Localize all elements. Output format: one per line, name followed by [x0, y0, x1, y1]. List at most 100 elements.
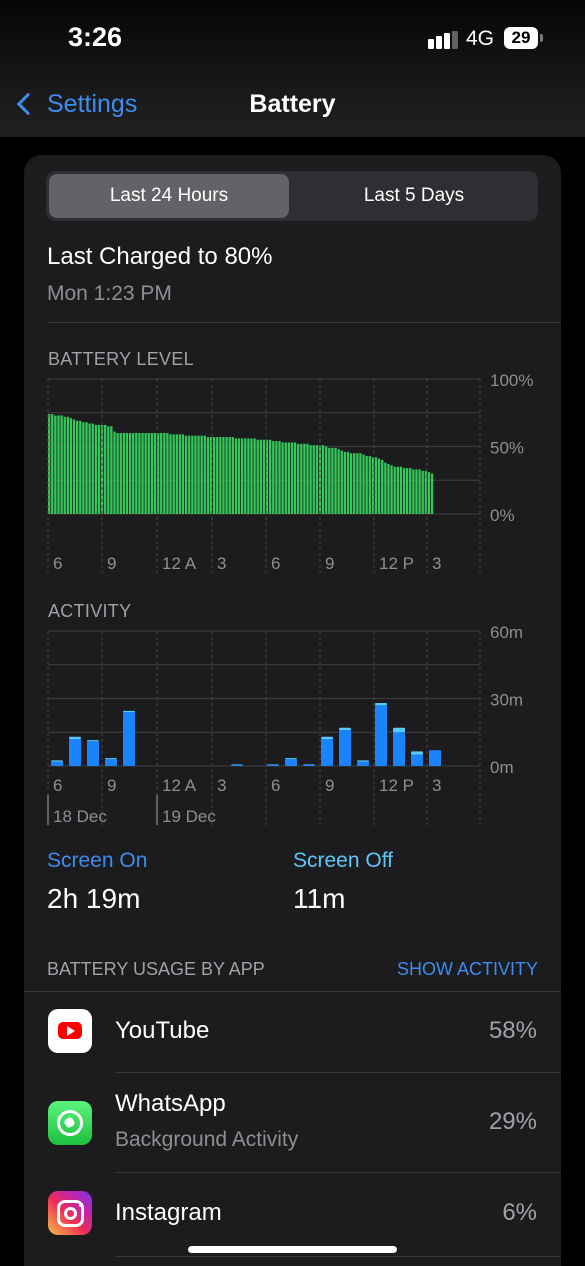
- battery-bar: [48, 414, 51, 514]
- battery-bar: [191, 435, 194, 514]
- battery-bar: [94, 424, 97, 514]
- battery-bar: [318, 445, 322, 514]
- battery-bar: [393, 466, 396, 514]
- battery-bar: [194, 435, 197, 514]
- battery-bar: [91, 423, 94, 514]
- battery-bar: [132, 433, 135, 514]
- battery-bar: [309, 445, 312, 514]
- battery-bar: [138, 433, 141, 514]
- battery-bar: [384, 462, 387, 514]
- app-percent: 58%: [488, 1017, 537, 1044]
- battery-bar: [172, 434, 175, 514]
- battery-bar: [88, 423, 91, 514]
- app-percent: 29%: [488, 1108, 537, 1135]
- app-row-whatsapp[interactable]: WhatsApp Background Activity 29%: [24, 1072, 561, 1172]
- activity-screen-on-bar: [375, 705, 387, 766]
- battery-bar: [209, 437, 213, 514]
- activity-y-tick-label: 60m: [490, 623, 523, 642]
- battery-y-tick-label: 0%: [490, 506, 515, 525]
- battery-y-tick-label: 100%: [490, 371, 533, 390]
- battery-bar: [262, 439, 266, 514]
- activity-x-tick-label: 9: [107, 776, 116, 795]
- battery-bar: [110, 426, 113, 514]
- battery-bar: [371, 457, 375, 514]
- battery-bar: [343, 451, 347, 514]
- battery-bar: [346, 451, 350, 514]
- battery-bar: [228, 437, 231, 514]
- battery-bar: [231, 437, 234, 514]
- screen-off-value: 11m: [293, 883, 346, 914]
- activity-y-tick-label: 30m: [490, 691, 523, 710]
- battery-bar: [234, 438, 238, 514]
- battery-bar: [69, 418, 73, 514]
- battery-level-label: BATTERY LEVEL: [48, 349, 194, 369]
- battery-bar: [381, 460, 384, 514]
- activity-screen-off-bar: [105, 758, 117, 760]
- battery-bar: [287, 442, 290, 514]
- battery-bar: [219, 437, 222, 514]
- activity-screen-on-bar: [123, 712, 135, 766]
- app-name: WhatsApp: [115, 1090, 226, 1117]
- activity-screen-off-bar: [393, 727, 405, 733]
- battery-bar: [415, 469, 418, 514]
- segment-last-24-hours[interactable]: Last 24 Hours: [49, 174, 289, 218]
- activity-screen-on-bar: [51, 761, 63, 766]
- battery-bar: [300, 443, 303, 514]
- screen-off-label[interactable]: Screen Off: [293, 849, 393, 873]
- app-name: Instagram: [115, 1199, 222, 1226]
- activity-screen-on-bar: [393, 732, 405, 766]
- battery-bar: [353, 453, 356, 514]
- divider: [47, 322, 561, 323]
- battery-bar: [222, 437, 225, 514]
- battery-bar: [225, 437, 228, 514]
- battery-bar: [278, 441, 281, 514]
- battery-bar: [125, 433, 129, 514]
- activity-screen-on-bar: [105, 759, 117, 766]
- network-type: 4G: [466, 27, 495, 50]
- activity-x-tick-label: 3: [432, 776, 441, 795]
- battery-panel: Last 24 Hours Last 5 Days Last Charged t…: [24, 155, 561, 1266]
- battery-x-tick-label: 12 P: [379, 554, 414, 573]
- activity-y-tick-label: 0m: [490, 758, 514, 777]
- battery-bar: [390, 465, 393, 514]
- battery-bar: [321, 445, 325, 514]
- battery-bar: [203, 435, 206, 514]
- last-charged-time: Mon 1:23 PM: [47, 282, 172, 305]
- last-charged-title: Last Charged to 80%: [47, 243, 273, 270]
- app-row-youtube[interactable]: YouTube 58%: [24, 991, 561, 1072]
- divider: [115, 1256, 561, 1257]
- activity-x-tick-label: 12 A: [162, 776, 197, 795]
- activity-screen-off-bar: [375, 703, 387, 706]
- battery-bar: [421, 470, 424, 514]
- battery-bar: [272, 441, 275, 514]
- battery-bar: [374, 457, 378, 514]
- instagram-icon: [48, 1191, 92, 1235]
- activity-screen-off-bar: [285, 758, 297, 760]
- battery-bar: [216, 437, 219, 514]
- battery-bar: [259, 439, 262, 514]
- battery-bar: [184, 435, 188, 514]
- activity-screen-on-bar: [411, 754, 423, 766]
- battery-bar: [178, 434, 182, 514]
- battery-bar: [396, 466, 399, 514]
- battery-x-tick-label: 9: [107, 554, 116, 573]
- battery-bar: [418, 469, 421, 514]
- battery-bar: [265, 439, 269, 514]
- activity-screen-on-bar: [303, 764, 315, 766]
- battery-bar: [303, 443, 306, 514]
- battery-bar: [387, 464, 390, 514]
- app-row-instagram[interactable]: Instagram 6%: [24, 1172, 561, 1256]
- home-indicator: [188, 1246, 397, 1253]
- battery-bar: [60, 415, 63, 514]
- battery-bar: [79, 420, 82, 514]
- battery-bar: [72, 419, 76, 514]
- battery-bar: [166, 433, 169, 514]
- screen-on-label[interactable]: Screen On: [47, 849, 147, 873]
- activity-x-tick-label: 6: [271, 776, 280, 795]
- segment-last-5-days[interactable]: Last 5 Days: [293, 174, 535, 218]
- battery-bar: [325, 446, 328, 514]
- battery-bar: [368, 455, 371, 514]
- battery-bar: [113, 431, 116, 514]
- battery-x-tick-label: 9: [325, 554, 334, 573]
- show-activity-button[interactable]: SHOW ACTIVITY: [397, 959, 538, 980]
